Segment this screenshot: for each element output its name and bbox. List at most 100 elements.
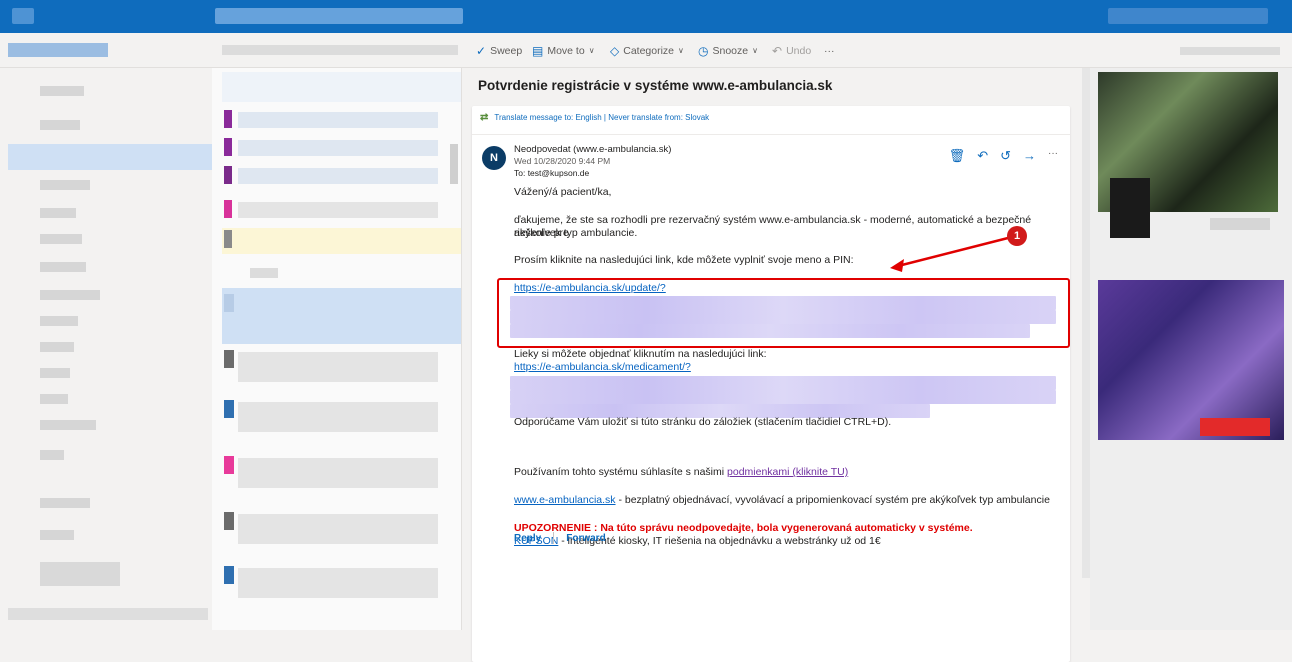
chevron-down-icon: ∨ xyxy=(588,46,595,55)
new-message-blur[interactable] xyxy=(8,43,108,57)
greeting: Vážený/á pacient/ka, xyxy=(514,186,612,198)
reading-pane-scrollbar[interactable] xyxy=(1082,68,1090,578)
reply-icon[interactable]: ↶ xyxy=(977,148,988,164)
forward-button[interactable]: Forward xyxy=(566,533,605,544)
ad-pane xyxy=(1090,68,1292,630)
sent-date: Wed 10/28/2020 9:44 PM xyxy=(514,156,611,166)
translate-link[interactable]: Translate message to: English | Never tr… xyxy=(494,113,709,122)
chevron-down-icon: ∨ xyxy=(752,46,758,55)
list-item[interactable] xyxy=(238,458,438,488)
more-actions-button[interactable]: ··· xyxy=(824,33,835,68)
folder-item[interactable] xyxy=(40,86,84,96)
undo-button[interactable]: ↶ Undo xyxy=(772,33,811,68)
list-item[interactable] xyxy=(238,514,438,544)
list-item[interactable] xyxy=(238,112,438,128)
folder-item[interactable] xyxy=(40,420,96,430)
recipient: To: test@kupson.de xyxy=(514,168,590,178)
redacted-link xyxy=(510,310,1056,324)
reading-pane: Potvrdenie registrácie v systéme www.e-a… xyxy=(462,68,1090,662)
folder-item[interactable] xyxy=(40,290,100,300)
redacted-link xyxy=(510,376,1056,390)
terms-line: Používaním tohto systému súhlasíte s naš… xyxy=(514,466,849,478)
list-item-avatar xyxy=(224,512,234,530)
list-item-avatar xyxy=(224,110,232,128)
list-item[interactable] xyxy=(238,168,438,184)
delete-icon[interactable]: 🗑 xyxy=(949,148,966,164)
list-item-avatar xyxy=(224,350,234,368)
list-item-avatar xyxy=(224,138,232,156)
translate-icon: ⇄ xyxy=(480,112,489,123)
folder-item[interactable] xyxy=(40,562,120,586)
search-box-blur[interactable] xyxy=(215,8,463,24)
separator xyxy=(553,532,555,544)
list-item-avatar xyxy=(224,200,232,218)
more-options-icon[interactable]: ··· xyxy=(1048,148,1058,164)
folder-item[interactable] xyxy=(40,262,86,272)
toolbar-blur xyxy=(222,45,458,55)
site-link[interactable]: www.e-ambulancia.sk xyxy=(514,494,616,506)
medicament-link[interactable]: https://e-ambulancia.sk/medicament/? xyxy=(514,361,691,373)
reply-all-icon[interactable]: ↺ xyxy=(1000,148,1011,164)
list-item-avatar xyxy=(224,294,234,312)
chevron-down-icon: ∨ xyxy=(678,46,684,55)
sender-name[interactable]: Neodpovedat (www.e-ambulancia.sk) xyxy=(514,144,671,155)
ad-caption-blur xyxy=(1210,218,1270,230)
reply-bar: Reply Forward xyxy=(514,532,606,544)
update-link[interactable]: https://e-ambulancia.sk/update/? xyxy=(514,282,666,294)
list-item-flagged[interactable] xyxy=(222,228,461,254)
site-line: www.e-ambulancia.sk - bezplatný objednáv… xyxy=(514,494,1050,506)
folder-item-selected[interactable] xyxy=(8,144,212,170)
folder-pane xyxy=(0,68,212,630)
message-actions: 🗑 ↶ ↺ → ··· xyxy=(949,148,1058,164)
translate-bar[interactable]: ⇄ Translate message to: English | Never … xyxy=(480,112,709,123)
app-launcher-blur xyxy=(12,8,34,24)
folder-item[interactable] xyxy=(40,530,74,540)
folder-item[interactable] xyxy=(40,394,68,404)
list-item[interactable] xyxy=(238,568,438,598)
redacted-link xyxy=(510,390,1056,404)
list-item[interactable] xyxy=(238,402,438,432)
avatar[interactable]: N xyxy=(482,146,506,170)
list-date-header xyxy=(250,268,278,278)
divider xyxy=(472,134,1070,135)
list-item-avatar xyxy=(224,456,234,474)
categorize-button[interactable]: ◇ Categorize ∨ xyxy=(610,33,684,68)
folder-item[interactable] xyxy=(40,180,90,190)
folder-move-icon: ▤ xyxy=(532,43,544,58)
list-item[interactable] xyxy=(238,140,438,156)
intro-line-2: akýkoľvek typ ambulancie. xyxy=(514,227,638,239)
folder-item[interactable] xyxy=(40,368,70,378)
list-item-avatar xyxy=(224,566,234,584)
folder-item[interactable] xyxy=(40,234,82,244)
folder-item[interactable] xyxy=(40,208,76,218)
ad-image[interactable] xyxy=(1098,280,1284,440)
ad-cta-blur[interactable] xyxy=(1200,418,1270,436)
folder-item[interactable] xyxy=(40,342,74,352)
forward-icon[interactable]: → xyxy=(1023,148,1036,164)
annotation-badge: 1 xyxy=(1007,226,1027,246)
tag-icon: ◇ xyxy=(610,43,620,58)
list-item-avatar xyxy=(224,166,232,184)
list-item[interactable] xyxy=(238,352,438,382)
reply-button[interactable]: Reply xyxy=(514,533,541,544)
move-to-button[interactable]: ▤ Move to ∨ xyxy=(532,33,595,68)
header-icons-blur[interactable] xyxy=(1108,8,1268,24)
app-header xyxy=(0,0,1292,33)
folder-item[interactable] xyxy=(40,316,78,326)
folder-pane-footer xyxy=(8,608,208,620)
snooze-button[interactable]: ◷ Snooze ∨ xyxy=(698,33,758,68)
broom-icon: ✓ xyxy=(476,43,487,58)
list-item-avatar xyxy=(224,400,234,418)
folder-item[interactable] xyxy=(40,498,90,508)
sweep-button[interactable]: ✓ Sweep xyxy=(476,33,522,68)
list-item[interactable] xyxy=(238,202,438,218)
list-scrollbar[interactable] xyxy=(450,144,458,184)
toolbar-right-blur xyxy=(1180,47,1280,55)
list-header xyxy=(222,72,461,102)
email-subject: Potvrdenie registrácie v systéme www.e-a… xyxy=(478,78,833,93)
list-item-selected[interactable] xyxy=(222,288,461,344)
bookmark-tip: Odporúčame Vám uložiť si túto stránku do… xyxy=(514,416,892,428)
folder-item[interactable] xyxy=(40,450,64,460)
terms-link[interactable]: podmienkami (kliknite TU) xyxy=(727,466,848,478)
folder-item[interactable] xyxy=(40,120,80,130)
